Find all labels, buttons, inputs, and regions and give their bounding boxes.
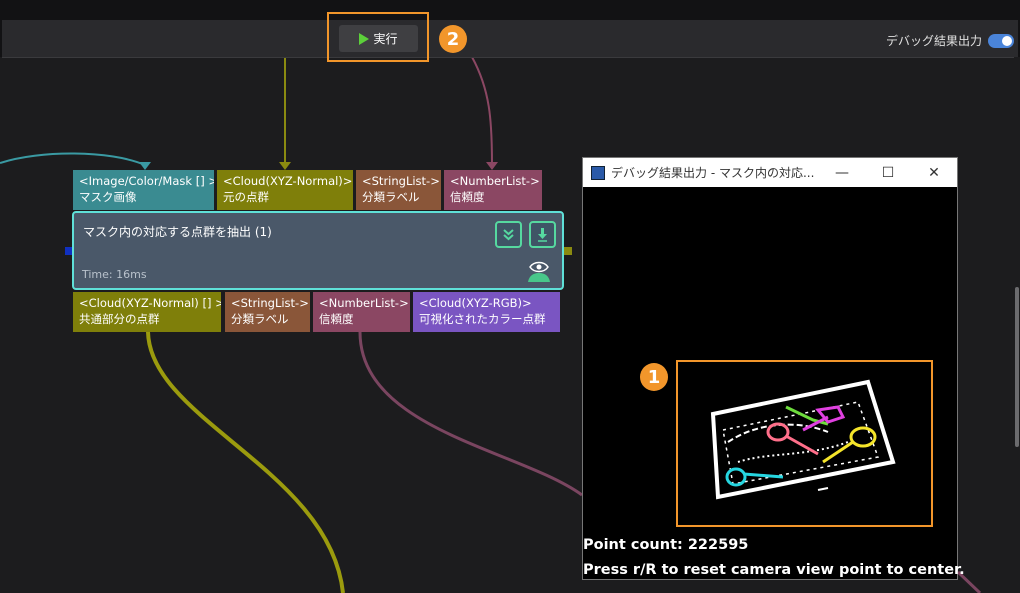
output-port-type: <NumberList-> <box>319 296 409 310</box>
output-port-name: 分類ラベル <box>231 312 289 326</box>
input-port-type: <Cloud(XYZ-Normal)> <box>223 174 353 188</box>
point-count-text: Point count: 222595 <box>583 537 749 553</box>
debug-output-label: デバッグ結果出力 <box>885 34 982 48</box>
input-port-mask-image[interactable]: <Image/Color/Mask [] > マスク画像 <box>73 170 214 210</box>
input-port-confidence[interactable]: <NumberList-> 信頼度 <box>444 170 542 210</box>
output-port-name: 信頼度 <box>319 312 354 326</box>
toolbar-strip <box>2 20 1018 58</box>
input-port-name: 分類ラベル <box>362 190 420 204</box>
maximize-icon[interactable]: ☐ <box>865 158 911 187</box>
debug-viewer-window[interactable]: デバッグ結果出力 - マスク内の対応... — ☐ ✕ 1 Point coun… <box>582 157 965 580</box>
debug-output-switch[interactable] <box>988 33 1014 48</box>
output-port-color-cloud[interactable]: <Cloud(XYZ-RGB)> 可視化されたカラー点群 <box>413 292 560 332</box>
node-right-connector[interactable] <box>564 247 572 255</box>
input-port-type: <Image/Color/Mask [] > <box>79 174 214 188</box>
input-port-type: <StringList-> <box>362 174 440 188</box>
top-toolbar <box>0 0 1020 58</box>
output-port-type: <StringList-> <box>231 296 309 310</box>
node-title: マスク内の対応する点群を抽出 (1) <box>83 225 272 239</box>
input-port-name: マスク画像 <box>79 190 137 204</box>
input-port-name: 元の点群 <box>223 190 269 204</box>
input-port-source-cloud[interactable]: <Cloud(XYZ-Normal)> 元の点群 <box>217 170 353 210</box>
callout-marker-1: 1 <box>640 363 668 391</box>
run-button[interactable]: 実行 <box>339 25 418 52</box>
output-port-name: 可視化されたカラー点群 <box>419 312 546 326</box>
output-port-intersection-cloud[interactable]: <Cloud(XYZ-Normal) [] > 共通部分の点群 <box>73 292 221 332</box>
callout-marker-2: 2 <box>439 25 467 53</box>
output-port-confidence[interactable]: <NumberList-> 信頼度 <box>313 292 410 332</box>
input-port-name: 信頼度 <box>450 190 485 204</box>
node-time: Time: 16ms <box>82 268 147 281</box>
scrollbar-thumb[interactable] <box>1015 287 1019 447</box>
debug-output-toggle-group: デバッグ結果出力 <box>886 32 1014 49</box>
reset-view-hint: Press r/R to reset camera view point to … <box>583 562 965 578</box>
app-icon <box>591 165 605 180</box>
double-chevron-down-icon <box>503 229 514 241</box>
play-icon <box>359 32 370 45</box>
viewer-title: デバッグ結果出力 - マスク内の対応... <box>611 166 815 180</box>
viewer-title-bar[interactable]: デバッグ結果出力 - マスク内の対応... — ☐ ✕ <box>583 158 957 187</box>
output-port-type: <Cloud(XYZ-RGB)> <box>419 296 532 310</box>
minimize-icon[interactable]: — <box>819 158 865 187</box>
input-port-labels[interactable]: <StringList-> 分類ラベル <box>356 170 441 210</box>
close-icon[interactable]: ✕ <box>911 158 957 187</box>
output-port-type: <Cloud(XYZ-Normal) [] > <box>79 296 221 310</box>
output-download-button[interactable] <box>529 221 556 248</box>
output-port-name: 共通部分の点群 <box>79 312 160 326</box>
canvas-scrollbar[interactable] <box>1014 57 1020 593</box>
arrow-down-icon <box>538 228 547 242</box>
extract-points-node[interactable]: マスク内の対応する点群を抽出 (1) Time: 16ms <box>72 211 564 290</box>
collapse-button[interactable] <box>495 221 522 248</box>
visualize-eye-icon[interactable] <box>526 259 552 283</box>
run-button-label: 実行 <box>373 32 398 46</box>
point-cloud-render[interactable] <box>678 362 931 525</box>
input-port-type: <NumberList-> <box>450 174 540 188</box>
output-port-labels[interactable]: <StringList-> 分類ラベル <box>225 292 310 332</box>
point-cloud-highlight <box>676 360 933 527</box>
